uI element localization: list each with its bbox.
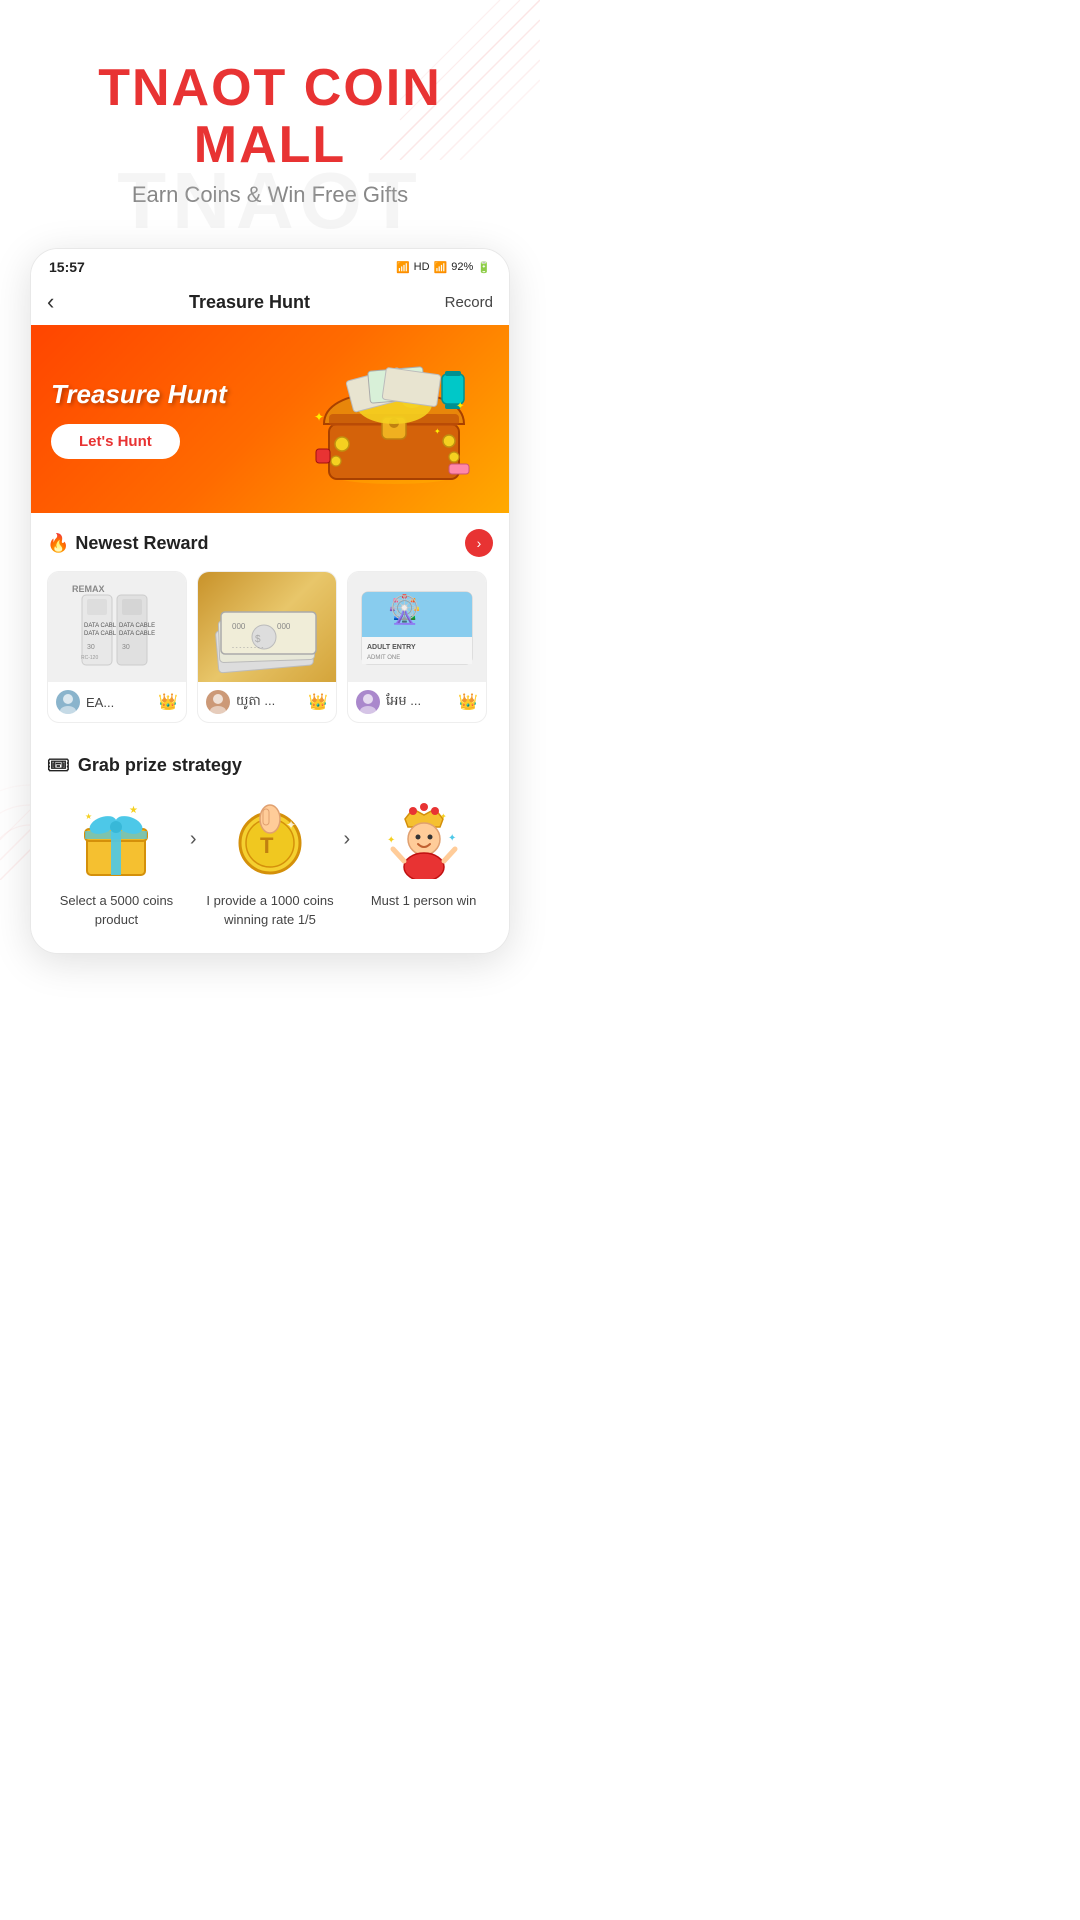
strategy-step-3: ✦ ✦ ✦ Must 1 person win <box>354 800 493 910</box>
step-3-icon: ✦ ✦ ✦ <box>384 800 464 880</box>
svg-text:★: ★ <box>129 805 138 816</box>
svg-text:T: T <box>260 833 274 858</box>
svg-text:✦: ✦ <box>456 401 464 412</box>
user-name-3: អែម ... <box>386 693 452 712</box>
coin-icon: T ✦ <box>231 801 309 879</box>
svg-text:✦: ✦ <box>440 812 447 821</box>
strategy-steps: ★ ★ Select a 5000 coins product › <box>47 800 493 928</box>
cable-product-image: REMAX DATA CABLE DATA CABLE 30 RC-120 DA… <box>67 577 167 677</box>
strategy-title: 🎟 Grab prize strategy <box>47 755 493 776</box>
svg-text:$: $ <box>255 634 261 645</box>
status-bar: 15:57 📶 HD 📶 92% 🔋 <box>31 249 509 281</box>
svg-text:DATA CABLE: DATA CABLE <box>119 631 155 637</box>
fire-icon: 🔥 <box>47 533 69 554</box>
svg-text:✦: ✦ <box>448 833 456 844</box>
svg-text:RC-120: RC-120 <box>81 655 98 661</box>
crown-icon-1: 👑 <box>158 692 178 712</box>
app-title: TNAOT COIN MALL <box>20 60 520 174</box>
user-name-2: យូតា ... <box>236 693 302 712</box>
crown-icon-2: 👑 <box>308 692 328 712</box>
reward-user-3: អែម ... 👑 <box>348 682 486 722</box>
phone-mockup: 15:57 📶 HD 📶 92% 🔋 ‹ Treasure Hunt Recor… <box>30 248 510 953</box>
svg-text:✦: ✦ <box>434 427 441 436</box>
strategy-section: 🎟 Grab prize strategy <box>31 735 509 952</box>
gift-box-icon: ★ ★ <box>77 801 155 879</box>
strategy-title-label: Grab prize strategy <box>78 755 242 776</box>
user-avatar-2 <box>206 690 230 714</box>
ticket-product-image: 🎡 ADULT ENTRY ADMIT ONE <box>357 577 477 677</box>
record-button[interactable]: Record <box>445 294 493 311</box>
svg-text:✦: ✦ <box>387 835 395 846</box>
treasure-chest-image: ✦ ✦ ✦ <box>294 349 484 489</box>
strategy-step-2: T ✦ I provide a 1000 coins winning rate … <box>201 800 340 928</box>
user-avatar-1 <box>56 690 80 714</box>
battery-icon: 🔋 <box>477 261 491 274</box>
section-title: 🔥 Newest Reward <box>47 533 208 554</box>
step-arrow-2: › <box>343 828 350 851</box>
crown-icon-3: 👑 <box>458 692 478 712</box>
step-2-icon: T ✦ <box>230 800 310 880</box>
reward-image-ticket: 🎡 ADULT ENTRY ADMIT ONE <box>348 572 486 682</box>
banner-left: Treasure Hunt Let's Hunt <box>51 379 289 459</box>
step-3-label: Must 1 person win <box>371 892 477 910</box>
svg-text:- - - - - - - - -: - - - - - - - - - <box>232 645 263 651</box>
back-button[interactable]: ‹ <box>47 289 54 315</box>
battery-text: 92% <box>451 261 473 273</box>
svg-text:✦: ✦ <box>286 818 296 832</box>
svg-text:DATA CABLE: DATA CABLE <box>84 623 120 629</box>
status-icons: 📶 HD 📶 92% 🔋 <box>396 261 491 274</box>
svg-text:000: 000 <box>232 622 246 631</box>
reward-image-cable: REMAX DATA CABLE DATA CABLE 30 RC-120 DA… <box>48 572 186 682</box>
status-time: 15:57 <box>49 259 85 275</box>
user-avatar-3 <box>356 690 380 714</box>
reward-card[interactable]: 🎡 ADULT ENTRY ADMIT ONE អែម ... 👑 <box>347 571 487 723</box>
more-button[interactable]: › <box>465 529 493 557</box>
reward-card[interactable]: 000 000 $ - - - - - - - - - យូតា ... 👑 <box>197 571 337 723</box>
step-arrow-1: › <box>190 828 197 851</box>
svg-text:DATA CABLE: DATA CABLE <box>84 631 120 637</box>
user-name-1: EA... <box>86 695 152 710</box>
svg-text:30: 30 <box>87 644 95 651</box>
banner: Treasure Hunt Let's Hunt <box>31 325 509 513</box>
newest-reward-section: 🔥 Newest Reward › REMAX DATA CABLE DATA … <box>31 513 509 735</box>
banner-title: Treasure Hunt <box>51 379 289 410</box>
section-header: 🔥 Newest Reward › <box>47 529 493 557</box>
reward-user-2: យូតា ... 👑 <box>198 682 336 722</box>
svg-text:DATA CABLE: DATA CABLE <box>119 623 155 629</box>
svg-text:30: 30 <box>122 644 130 651</box>
svg-text:000: 000 <box>277 622 291 631</box>
nav-bar: ‹ Treasure Hunt Record <box>31 281 509 325</box>
reward-scroll: REMAX DATA CABLE DATA CABLE 30 RC-120 DA… <box>47 571 493 735</box>
svg-text:✦: ✦ <box>314 410 324 424</box>
step-2-label: I provide a 1000 coins winning rate 1/5 <box>201 892 340 928</box>
bookmark-icon: 🎟 <box>47 755 70 776</box>
reward-user-1: EA... 👑 <box>48 682 186 722</box>
svg-text:🎡: 🎡 <box>387 593 422 626</box>
signal-icon: 📶 <box>434 261 448 274</box>
banner-right: ✦ ✦ ✦ <box>289 349 489 489</box>
svg-text:ADULT ENTRY: ADULT ENTRY <box>367 644 416 651</box>
app-subtitle: Earn Coins & Win Free Gifts <box>20 182 520 208</box>
nav-title: Treasure Hunt <box>189 292 310 313</box>
newest-reward-label: Newest Reward <box>75 533 208 554</box>
svg-text:REMAX: REMAX <box>72 584 105 594</box>
svg-text:ADMIT ONE: ADMIT ONE <box>367 655 400 661</box>
top-section: TNAOT TNAOT COIN MALL Earn Coins & Win F… <box>0 0 540 228</box>
reward-card[interactable]: REMAX DATA CABLE DATA CABLE 30 RC-120 DA… <box>47 571 187 723</box>
wifi-icon: 📶 <box>396 261 410 274</box>
strategy-step-1: ★ ★ Select a 5000 coins product <box>47 800 186 928</box>
step-1-icon: ★ ★ <box>76 800 156 880</box>
reward-image-money: 000 000 $ - - - - - - - - - <box>198 572 336 682</box>
svg-text:★: ★ <box>85 812 92 821</box>
chevron-right-icon: › <box>477 535 482 551</box>
winner-icon: ✦ ✦ ✦ <box>385 801 463 879</box>
hd-badge: HD <box>414 261 430 273</box>
step-1-label: Select a 5000 coins product <box>47 892 186 928</box>
lets-hunt-button[interactable]: Let's Hunt <box>51 424 180 459</box>
money-product-image: 000 000 $ - - - - - - - - - <box>207 577 327 677</box>
